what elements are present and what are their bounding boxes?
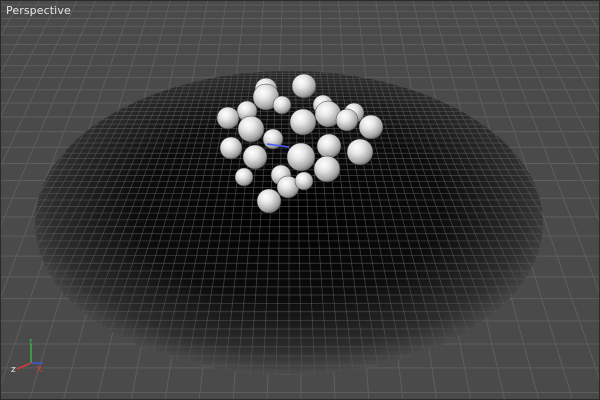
x-axis-line [16, 362, 32, 370]
ground-grid-line [1, 1, 3, 4]
scene-canvas[interactable] [1, 1, 600, 400]
sphere[interactable] [313, 155, 341, 183]
sphere[interactable] [237, 115, 265, 143]
sphere[interactable] [291, 73, 317, 99]
viewport-label[interactable]: Perspective [6, 4, 71, 17]
x-axis-label: z [11, 365, 16, 373]
perspective-viewport[interactable]: Perspective z Y X [0, 0, 600, 400]
sphere[interactable] [234, 167, 254, 187]
sphere[interactable] [286, 142, 316, 172]
sphere[interactable] [256, 188, 282, 214]
sphere[interactable] [242, 144, 268, 170]
z-axis-label: X [36, 365, 42, 373]
sphere[interactable] [219, 136, 243, 160]
sphere[interactable] [346, 138, 374, 166]
ground-grid-line [562, 1, 599, 70]
sphere[interactable] [294, 171, 314, 191]
y-axis-label: Y [27, 339, 34, 347]
sphere[interactable] [316, 133, 342, 159]
dish-grid-line [538, 71, 543, 375]
sphere[interactable] [272, 95, 292, 115]
axis-gizmo: z Y X [11, 339, 43, 373]
sphere[interactable] [335, 108, 359, 132]
sphere[interactable] [289, 108, 317, 136]
dish-grid-line [35, 71, 40, 375]
sphere[interactable] [358, 114, 384, 140]
sphere[interactable] [216, 106, 240, 130]
